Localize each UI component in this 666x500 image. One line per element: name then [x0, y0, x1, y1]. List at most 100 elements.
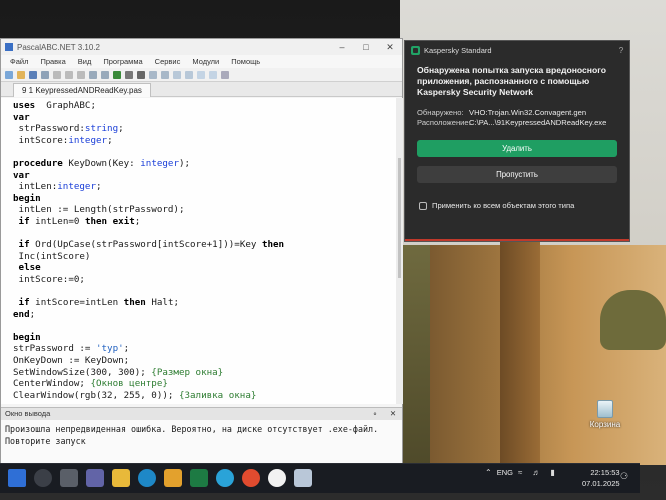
code-token: intLen=0 [29, 215, 85, 227]
wallpaper-bush [600, 290, 666, 350]
code-token: ; [123, 343, 130, 355]
copy-icon[interactable] [65, 70, 73, 79]
excel-icon[interactable] [190, 469, 208, 487]
browser-icon[interactable] [216, 469, 234, 487]
cut-icon[interactable] [53, 70, 61, 79]
wifi-icon[interactable]: ≈ [518, 468, 522, 477]
code-token: integer [140, 157, 179, 169]
menu-service[interactable]: Сервис [155, 57, 181, 66]
menu-program[interactable]: Программа [103, 57, 142, 66]
code-token: CenterWindow; [13, 378, 91, 390]
search-icon[interactable] [34, 469, 52, 487]
pascalabc-icon[interactable] [294, 469, 312, 487]
save-all-icon[interactable] [41, 70, 49, 79]
output-title: Окно вывода [5, 409, 51, 418]
output-close-icon[interactable]: ✕ [384, 408, 402, 420]
settings-icon[interactable] [221, 70, 229, 79]
detected-row: Обнаружено: VHO:Trojan.Win32.Convagent.g… [417, 108, 617, 118]
task-view-icon[interactable] [60, 469, 78, 487]
code-line: var [13, 170, 396, 182]
code-token: {Размер окна} [151, 366, 224, 378]
step-into-icon[interactable] [149, 70, 157, 79]
panel-icon[interactable] [197, 70, 205, 79]
code-token: Halt; [145, 297, 180, 309]
clock[interactable]: 22:15:53 07.01.2025 [582, 467, 620, 489]
stop-icon[interactable] [137, 70, 145, 79]
menu-view[interactable]: Вид [78, 57, 92, 66]
yandex-icon[interactable] [268, 469, 286, 487]
view-icon[interactable] [185, 70, 193, 79]
menu-edit[interactable]: Правка [40, 57, 65, 66]
recycle-bin-shortcut[interactable]: Корзина [588, 400, 622, 429]
code-token: {Окнов центре} [90, 378, 168, 390]
output-text[interactable]: Произошла непредвиденная ошибка. Вероятн… [1, 420, 402, 450]
undo-icon[interactable] [89, 70, 97, 79]
chrome-icon[interactable] [242, 469, 260, 487]
code-line: intLen:integer; [13, 181, 396, 193]
ide-titlebar[interactable]: PascalABC.NET 3.10.2 – □ ✕ [1, 39, 402, 55]
code-token: SetWindowSize(300, 300); [13, 366, 152, 378]
code-line: OnKeyDown := KeyDown; [13, 355, 396, 367]
code-line: if Ord(UpCase(strPassword[intScore+1]))=… [13, 239, 396, 251]
pause-icon[interactable] [125, 70, 133, 79]
folder-icon[interactable] [164, 469, 182, 487]
file-explorer-icon[interactable] [112, 469, 130, 487]
output-pin-icon[interactable]: ∘ [366, 408, 384, 420]
location-label: Расположение: [417, 118, 471, 127]
run-icon[interactable] [113, 70, 121, 79]
save-icon[interactable] [29, 70, 37, 79]
code-token: ; [107, 134, 113, 146]
editor-scrollbar[interactable] [396, 98, 403, 404]
edge-icon[interactable] [138, 469, 156, 487]
delete-button[interactable]: Удалить [417, 140, 617, 157]
code-token: procedure [13, 157, 63, 169]
code-token: ); [178, 157, 191, 169]
code-token: begin [13, 331, 41, 343]
app-icon [5, 43, 13, 51]
close-button[interactable]: ✕ [378, 42, 402, 53]
help-icon[interactable]: ? [615, 46, 627, 55]
code-token: then [261, 239, 285, 251]
start-icon[interactable] [8, 469, 26, 487]
maximize-button[interactable]: □ [354, 42, 378, 52]
new-file-icon[interactable] [5, 70, 13, 79]
tray-chevron-icon[interactable]: ⌃ [485, 468, 492, 477]
battery-icon[interactable]: ▮ [550, 468, 554, 477]
minimize-button[interactable]: – [330, 42, 354, 52]
layout-icon[interactable] [209, 70, 217, 79]
skip-button[interactable]: Пропустить [417, 166, 617, 183]
redo-icon[interactable] [101, 70, 109, 79]
code-token: ; [134, 215, 141, 227]
code-line: var [13, 112, 396, 124]
step-over-icon[interactable] [161, 70, 169, 79]
menu-help[interactable]: Помощь [231, 57, 260, 66]
volume-icon[interactable]: ♬ [532, 468, 540, 477]
apply-all-label: Применить ко всем объектам этого типа [432, 201, 575, 210]
language-indicator[interactable]: ENG [497, 468, 513, 477]
paste-icon[interactable] [77, 70, 85, 79]
alert-accent-bar [405, 239, 629, 241]
code-token: 'typ' [95, 343, 124, 355]
code-line: end; [13, 309, 396, 321]
tab-file[interactable]: 9 1 KeypressedANDReadKey.pas [13, 83, 151, 97]
code-line: begin [13, 332, 396, 344]
code-editor[interactable]: uses GraphABC; var strPassword:string; in… [1, 98, 396, 404]
menu-modules[interactable]: Модули [192, 57, 219, 66]
code-token: uses [13, 100, 36, 111]
apply-all-checkbox-row[interactable]: Применить ко всем объектам этого типа [405, 183, 629, 210]
teams-icon[interactable] [86, 469, 104, 487]
format-icon[interactable] [173, 70, 181, 79]
notification-icon[interactable]: ⚆ [620, 472, 628, 482]
apply-all-checkbox[interactable] [419, 201, 427, 210]
scrollbar-thumb[interactable] [398, 158, 401, 278]
code-token: strPassword := [13, 343, 96, 355]
location-row: Расположение: C:\PA...\91KeypressedANDRe… [417, 118, 617, 128]
screen: Корзина PascalABC.NET 3.10.2 – □ ✕ Файл … [0, 0, 666, 500]
kaspersky-logo-icon [411, 45, 420, 55]
menu-file[interactable]: Файл [10, 57, 28, 66]
ide-window: PascalABC.NET 3.10.2 – □ ✕ Файл Правка В… [0, 38, 403, 463]
open-file-icon[interactable] [17, 70, 25, 79]
code-token: strPassword: [13, 123, 85, 135]
